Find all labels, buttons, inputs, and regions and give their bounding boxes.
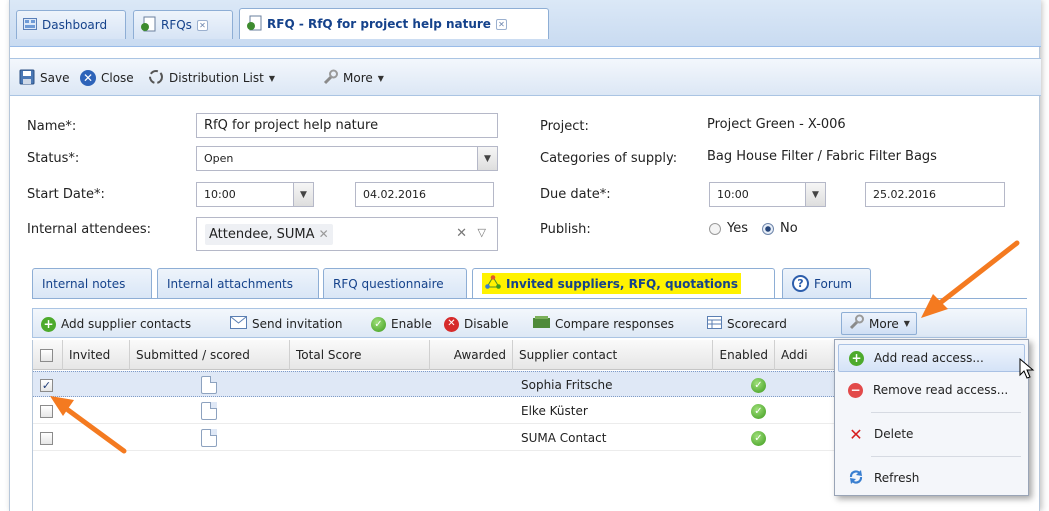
annotation-arrows xyxy=(50,240,1020,454)
arrow-to-checkbox xyxy=(50,396,127,454)
arrow-to-more-button xyxy=(921,240,1020,318)
